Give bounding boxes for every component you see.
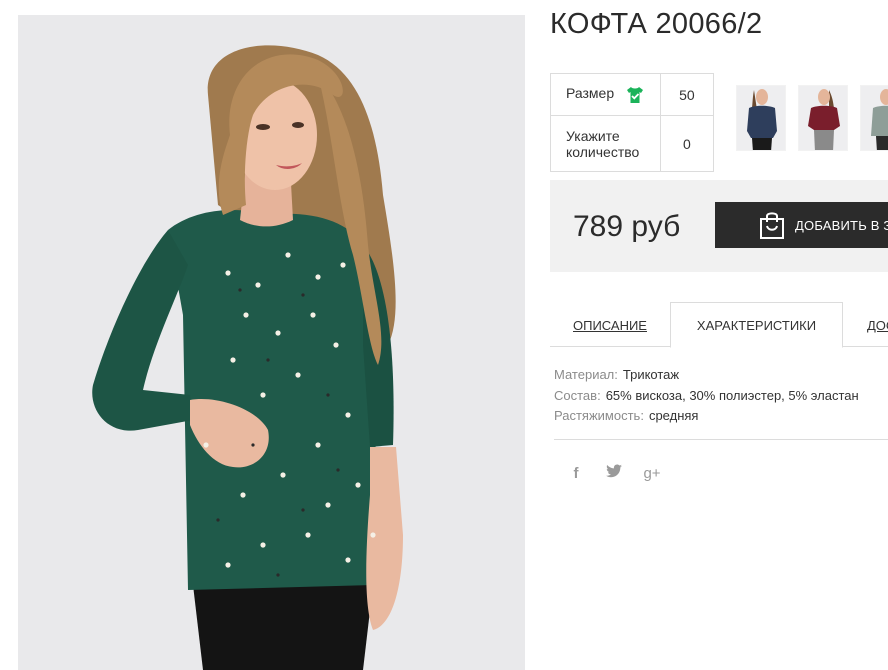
characteristic-row: Состав: 65% вискоза, 30% полиэстер, 5% эл… — [554, 386, 859, 407]
characteristic-value: Трикотаж — [622, 367, 680, 382]
characteristic-key: Состав: — [554, 387, 601, 403]
size-label: Размер — [566, 85, 615, 102]
tab-description[interactable]: ОПИСАНИЕ — [550, 302, 670, 348]
price-panel: 789 руб ДОБАВИТЬ В ЗА — [550, 180, 888, 272]
product-title: КОФТА 20066/2 — [550, 8, 763, 40]
add-to-cart-button[interactable]: ДОБАВИТЬ В ЗА — [715, 202, 888, 248]
tab-characteristics[interactable]: ХАРАКТЕРИСТИКИ — [670, 302, 843, 348]
tshirt-check-icon — [626, 86, 644, 104]
add-to-cart-label: ДОБАВИТЬ В ЗА — [795, 217, 888, 233]
characteristic-value: средняя — [648, 408, 699, 423]
product-tabs: ОПИСАНИЕ ХАРАКТЕРИСТИКИ ДОС — [550, 302, 888, 348]
shopping-bag-icon — [759, 210, 785, 240]
characteristic-row: Материал: Трикотаж — [554, 365, 859, 386]
size-label-cell: Размер — [550, 73, 661, 116]
tab-delivery[interactable]: ДОС — [867, 302, 888, 348]
size-value[interactable]: 50 — [659, 73, 715, 116]
color-variant-thumbnails — [736, 85, 888, 151]
characteristic-key: Растяжимость: — [554, 408, 644, 423]
navy-sweater-thumbnail[interactable] — [736, 85, 786, 151]
twitter-icon[interactable] — [605, 464, 623, 482]
divider — [554, 439, 888, 440]
characteristic-value: 65% вискоза, 30% полиэстер, 5% эластан — [605, 387, 859, 403]
characteristics-list: Материал: Трикотаж Состав: 65% вискоза, 30… — [554, 365, 859, 427]
google-plus-icon[interactable]: g+ — [643, 465, 661, 482]
product-price: 789 руб — [573, 210, 681, 243]
product-options-table: Размер 50 Укажите количество 0 — [550, 73, 715, 172]
social-share: f g+ — [567, 464, 661, 482]
quantity-row: Укажите количество 0 — [550, 115, 715, 172]
burgundy-sweater-thumbnail[interactable] — [798, 85, 848, 151]
characteristic-key: Материал: — [554, 367, 618, 382]
quantity-input[interactable]: 0 — [659, 115, 715, 172]
quantity-label: Укажите количество — [550, 115, 661, 172]
gray-green-sweater-thumbnail[interactable] — [860, 85, 888, 151]
facebook-icon[interactable]: f — [567, 465, 585, 482]
characteristic-row: Растяжимость: средняя — [554, 406, 859, 427]
product-main-photo[interactable] — [18, 15, 525, 670]
size-row: Размер 50 — [550, 73, 715, 116]
